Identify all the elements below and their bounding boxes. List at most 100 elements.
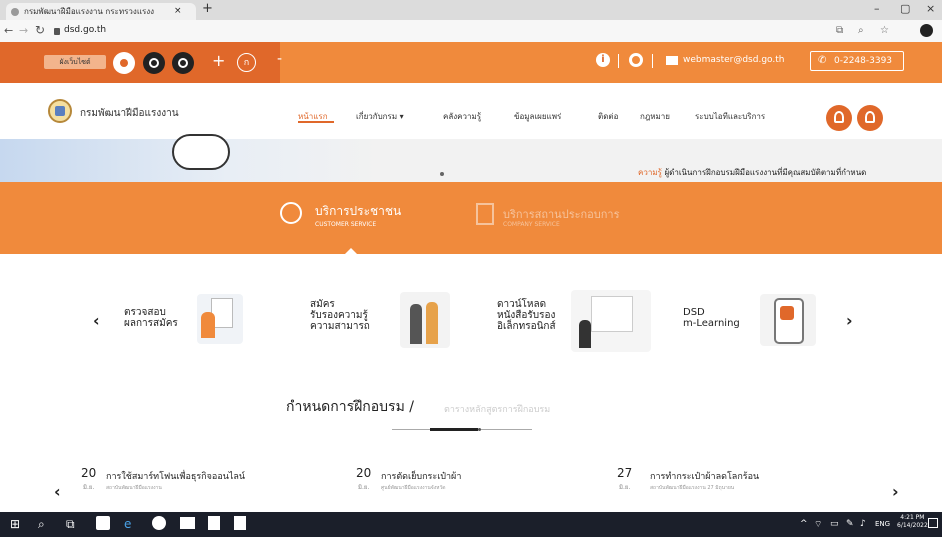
event-title[interactable]: การตัดเย็บกระเป๋าผ้า — [381, 469, 461, 483]
event-title[interactable]: การใช้สมาร์ทโฟนเพื่อธุรกิจออนไลน์ — [106, 469, 245, 483]
translate-icon[interactable]: ⧉ — [836, 25, 843, 36]
theme-dark-button[interactable] — [172, 52, 194, 74]
phone-number[interactable]: 0-2248-3393 — [834, 56, 892, 66]
event-description: สถาบันพัฒนาฝีมือแรงงาน — [106, 485, 162, 491]
font-increase-button[interactable]: + — [212, 51, 225, 70]
restore-button[interactable]: ▢ — [900, 2, 910, 15]
card-certify-title[interactable]: สมัคร รับรองความรู้ ความสามารถ — [310, 299, 370, 332]
edge-browser-icon[interactable]: e — [124, 517, 131, 531]
event-month: มิ.ย. — [619, 484, 631, 491]
back-icon[interactable]: ← — [4, 24, 13, 37]
nav-knowledge[interactable]: คลังความรู้ — [443, 110, 481, 123]
bookmark-star-icon[interactable]: ☆ — [880, 25, 889, 36]
close-window-button[interactable]: × — [926, 2, 935, 15]
battery-icon[interactable]: ▭ — [830, 519, 839, 529]
news-ticker[interactable]: ความรู้ ผู้ดำเนินการฝึกอบรมฝีมือแรงงานที… — [638, 166, 866, 179]
mail-icon — [666, 56, 678, 65]
contrast-ring-icon — [178, 58, 188, 68]
dot — [440, 172, 444, 176]
notification-icon[interactable] — [928, 518, 938, 528]
cloud-icon — [172, 134, 230, 170]
nav-law[interactable]: กฎหมาย — [640, 110, 670, 123]
language-indicator[interactable]: ENG — [875, 520, 890, 528]
minimize-button[interactable]: – — [874, 2, 880, 15]
dsd-logo[interactable] — [48, 99, 72, 123]
browser-tab[interactable]: กรมพัฒนาฝีมือแรงงาน กระทรวงแรงงาน × — [6, 3, 196, 20]
schedule-prev-button[interactable]: ‹ — [54, 482, 61, 501]
divider — [652, 54, 653, 68]
windows-start-icon[interactable]: ⊞ — [10, 517, 20, 531]
event-month: มิ.ย. — [358, 484, 370, 491]
accessibility-button[interactable] — [826, 105, 852, 131]
ring-icon[interactable] — [629, 53, 643, 67]
worker-icon — [426, 302, 438, 344]
tab-close-button[interactable]: × — [174, 3, 182, 20]
tab-company-service-sub: COMPANY SERVICE — [503, 221, 560, 228]
nav-contact[interactable]: ติดต่อ — [598, 110, 618, 123]
file-explorer-icon[interactable] — [180, 517, 195, 529]
contrast-dot-icon — [120, 59, 128, 67]
forward-icon[interactable]: → — [19, 24, 28, 37]
pen-icon[interactable]: ✎ — [846, 519, 854, 529]
user-icon — [865, 111, 875, 123]
login-button[interactable] — [857, 105, 883, 131]
event-day: 20 — [81, 466, 97, 480]
url-field[interactable]: dsd.go.th — [64, 25, 106, 35]
lock-icon — [54, 28, 60, 35]
card-mlearning-title[interactable]: DSD m-Learning — [683, 307, 740, 329]
theme-normal-button[interactable] — [113, 52, 135, 74]
event-day: 20 — [356, 466, 372, 480]
app-icon[interactable] — [234, 516, 246, 530]
card-certify-illustration[interactable] — [400, 292, 450, 348]
nav-active-underline — [298, 121, 334, 123]
nav-it-services[interactable]: ระบบไอทีและบริการ — [695, 110, 765, 123]
app-icon[interactable] — [96, 516, 110, 530]
new-tab-button[interactable]: + — [202, 1, 213, 16]
schedule-next-button[interactable]: › — [892, 482, 899, 501]
nav-publications[interactable]: ข้อมูลเผยแพร่ — [514, 110, 561, 123]
clock[interactable]: 4:21 PM 6/14/2022 — [897, 514, 928, 530]
worker-icon — [410, 304, 422, 344]
reload-icon[interactable]: ↻ — [35, 23, 45, 37]
section-divider-dot — [478, 428, 481, 431]
customer-service-icon[interactable] — [280, 202, 302, 224]
address-bar — [0, 20, 942, 43]
network-icon[interactable]: ⌔ — [814, 519, 822, 530]
volume-icon[interactable]: ♪ — [860, 519, 866, 529]
search-icon[interactable]: ⌕ — [38, 517, 45, 532]
document-icon[interactable] — [208, 516, 220, 530]
event-month: มิ.ย. — [83, 484, 95, 491]
card-check-result-illustration[interactable] — [197, 294, 243, 344]
site-name[interactable]: กรมพัฒนาฝีมือแรงงาน — [80, 106, 179, 121]
theme-contrast-button[interactable] — [143, 52, 165, 74]
task-view-icon[interactable]: ⧉ — [66, 517, 75, 532]
accessibility-icon — [834, 111, 844, 123]
event-description: ศูนย์พัฒนาฝีมือแรงงานจังหวัด — [381, 485, 446, 491]
nav-about[interactable]: เกี่ยวกับกรม ▾ — [356, 110, 404, 123]
carousel-next-button[interactable]: › — [846, 311, 853, 330]
card-mlearning-illustration[interactable] — [760, 294, 816, 346]
tray-chevron-icon[interactable]: ^ — [800, 519, 808, 529]
zoom-icon[interactable]: ⌕ — [858, 25, 864, 36]
event-description: สถาบันพัฒนาฝีมือแรงงาน 27 มิถุนายน — [650, 485, 735, 491]
profile-avatar[interactable] — [920, 24, 933, 37]
event-day: 27 — [617, 466, 633, 480]
ticker-label: ความรู้ — [638, 168, 662, 177]
ticker-text: ผู้ดำเนินการฝึกอบรมฝีมือแรงงานที่มีคุณสม… — [661, 168, 867, 177]
chrome-icon[interactable] — [152, 516, 166, 530]
tab-customer-service[interactable]: บริการประชาชน — [315, 202, 401, 221]
email-link[interactable]: webmaster@dsd.go.th — [683, 55, 784, 65]
font-decrease-button[interactable]: - — [277, 51, 282, 67]
sitemap-button[interactable]: ผังเว็บไซต์ — [44, 55, 106, 69]
card-download-cert-title[interactable]: ดาวน์โหลด หนังสือรับรอง อิเล็กทรอนิกส์ — [497, 299, 556, 332]
font-normal-button[interactable]: ก — [237, 53, 256, 72]
card-download-cert-illustration[interactable] — [571, 290, 651, 352]
info-icon[interactable]: i — [596, 53, 610, 67]
card-check-result-title[interactable]: ตรวจสอบ ผลการสมัคร — [124, 307, 178, 329]
person-icon — [579, 320, 591, 348]
contrast-ring-icon — [149, 58, 159, 68]
building-icon[interactable] — [476, 203, 494, 225]
carousel-prev-button[interactable]: ‹ — [93, 311, 100, 330]
clock-date: 6/14/2022 — [897, 522, 928, 529]
event-title[interactable]: การทำกระเป๋าผ้าลดโลกร้อน — [650, 469, 759, 483]
